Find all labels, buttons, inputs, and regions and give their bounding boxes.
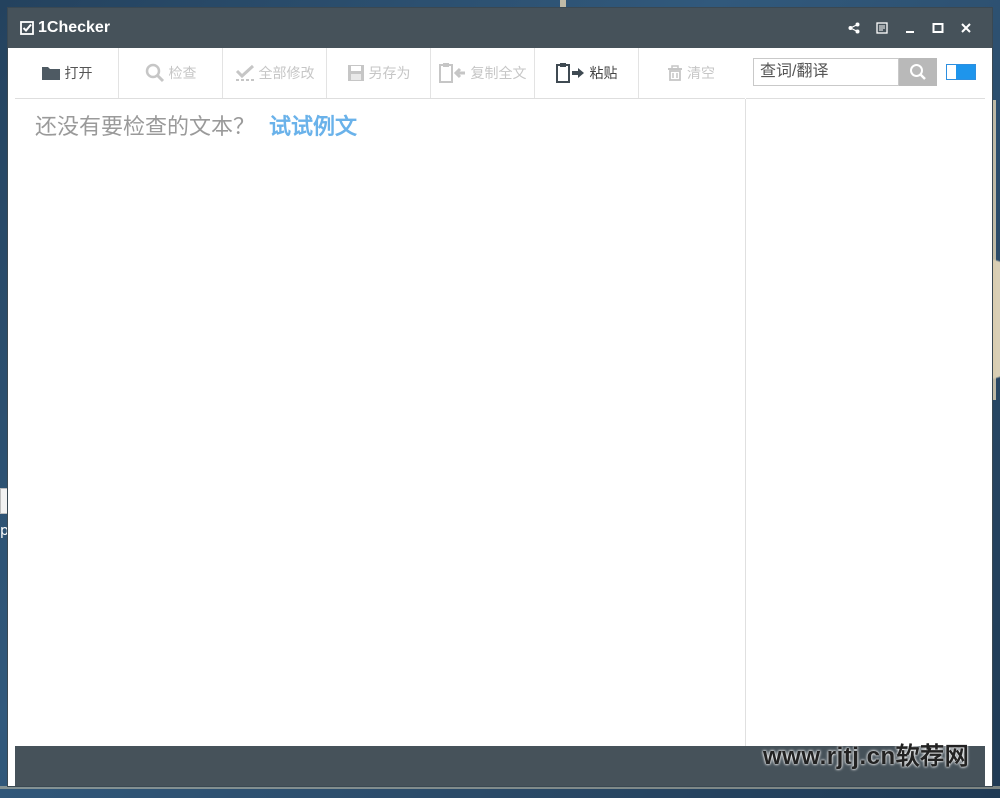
check-label: 检查 [168,66,197,82]
side-panel [746,99,985,746]
paste-button[interactable]: 粘贴 [535,48,639,98]
search-area [746,48,985,99]
feedback-icon [876,22,888,34]
toolbar: 打开 检查 全部修改 另存为 复制全文 粘贴 清空 [15,48,745,99]
clear-label: 清空 [687,66,715,82]
share-button[interactable] [844,18,864,38]
save-as-button[interactable]: 另存为 [327,48,431,98]
toggle-knob [956,65,975,79]
copy-all-label: 复制全文 [470,66,527,82]
empty-state-text: 还没有要检查的文本？ [35,115,256,140]
check-button[interactable]: 检查 [119,48,223,98]
minimize-button[interactable] [900,18,920,38]
magnifier-icon [145,63,164,83]
search-icon [910,64,926,80]
checkbox-icon [20,21,34,35]
feedback-button[interactable] [872,18,892,38]
close-button[interactable] [956,18,976,38]
app-window: 1Checker 打开 检查 全部修改 另存为 复制全文 粘贴 清空 查词/翻译… [8,8,992,786]
copy-all-button[interactable]: 复制全文 [431,48,535,98]
paste-icon [555,63,584,83]
site-watermark: www.rjtj.cn软荐网 [763,743,970,770]
clear-button[interactable]: 清空 [639,48,743,98]
share-icon [848,22,860,34]
folder-icon [41,67,60,80]
minimize-icon [906,31,914,33]
window-title: 1Checker [38,19,111,36]
text-editor[interactable]: 还没有要检查的文本？ 试试例文 [15,99,745,746]
search-input[interactable] [753,58,899,86]
copy-icon [438,63,465,83]
search-button[interactable] [899,58,937,86]
paste-label: 粘贴 [589,66,618,82]
maximize-icon [932,23,944,33]
try-example-link[interactable]: 试试例文 [269,115,357,140]
fix-all-button[interactable]: 全部修改 [223,48,327,98]
panel-toggle[interactable] [946,64,976,80]
check-all-icon [235,64,254,81]
main-content: 打开 检查 全部修改 另存为 复制全文 粘贴 清空 查词/翻译 还没有要检查的文… [15,48,985,746]
save-icon [347,65,364,81]
fix-all-label: 全部修改 [258,66,315,82]
open-button[interactable]: 打开 [15,48,119,98]
empty-state-message: 还没有要检查的文本？ 试试例文 [35,109,357,141]
save-as-label: 另存为 [368,66,411,82]
open-label: 打开 [64,66,93,82]
maximize-button[interactable] [928,18,948,38]
close-icon [961,23,971,33]
trash-icon [668,65,682,81]
title-bar[interactable]: 1Checker [8,8,992,48]
